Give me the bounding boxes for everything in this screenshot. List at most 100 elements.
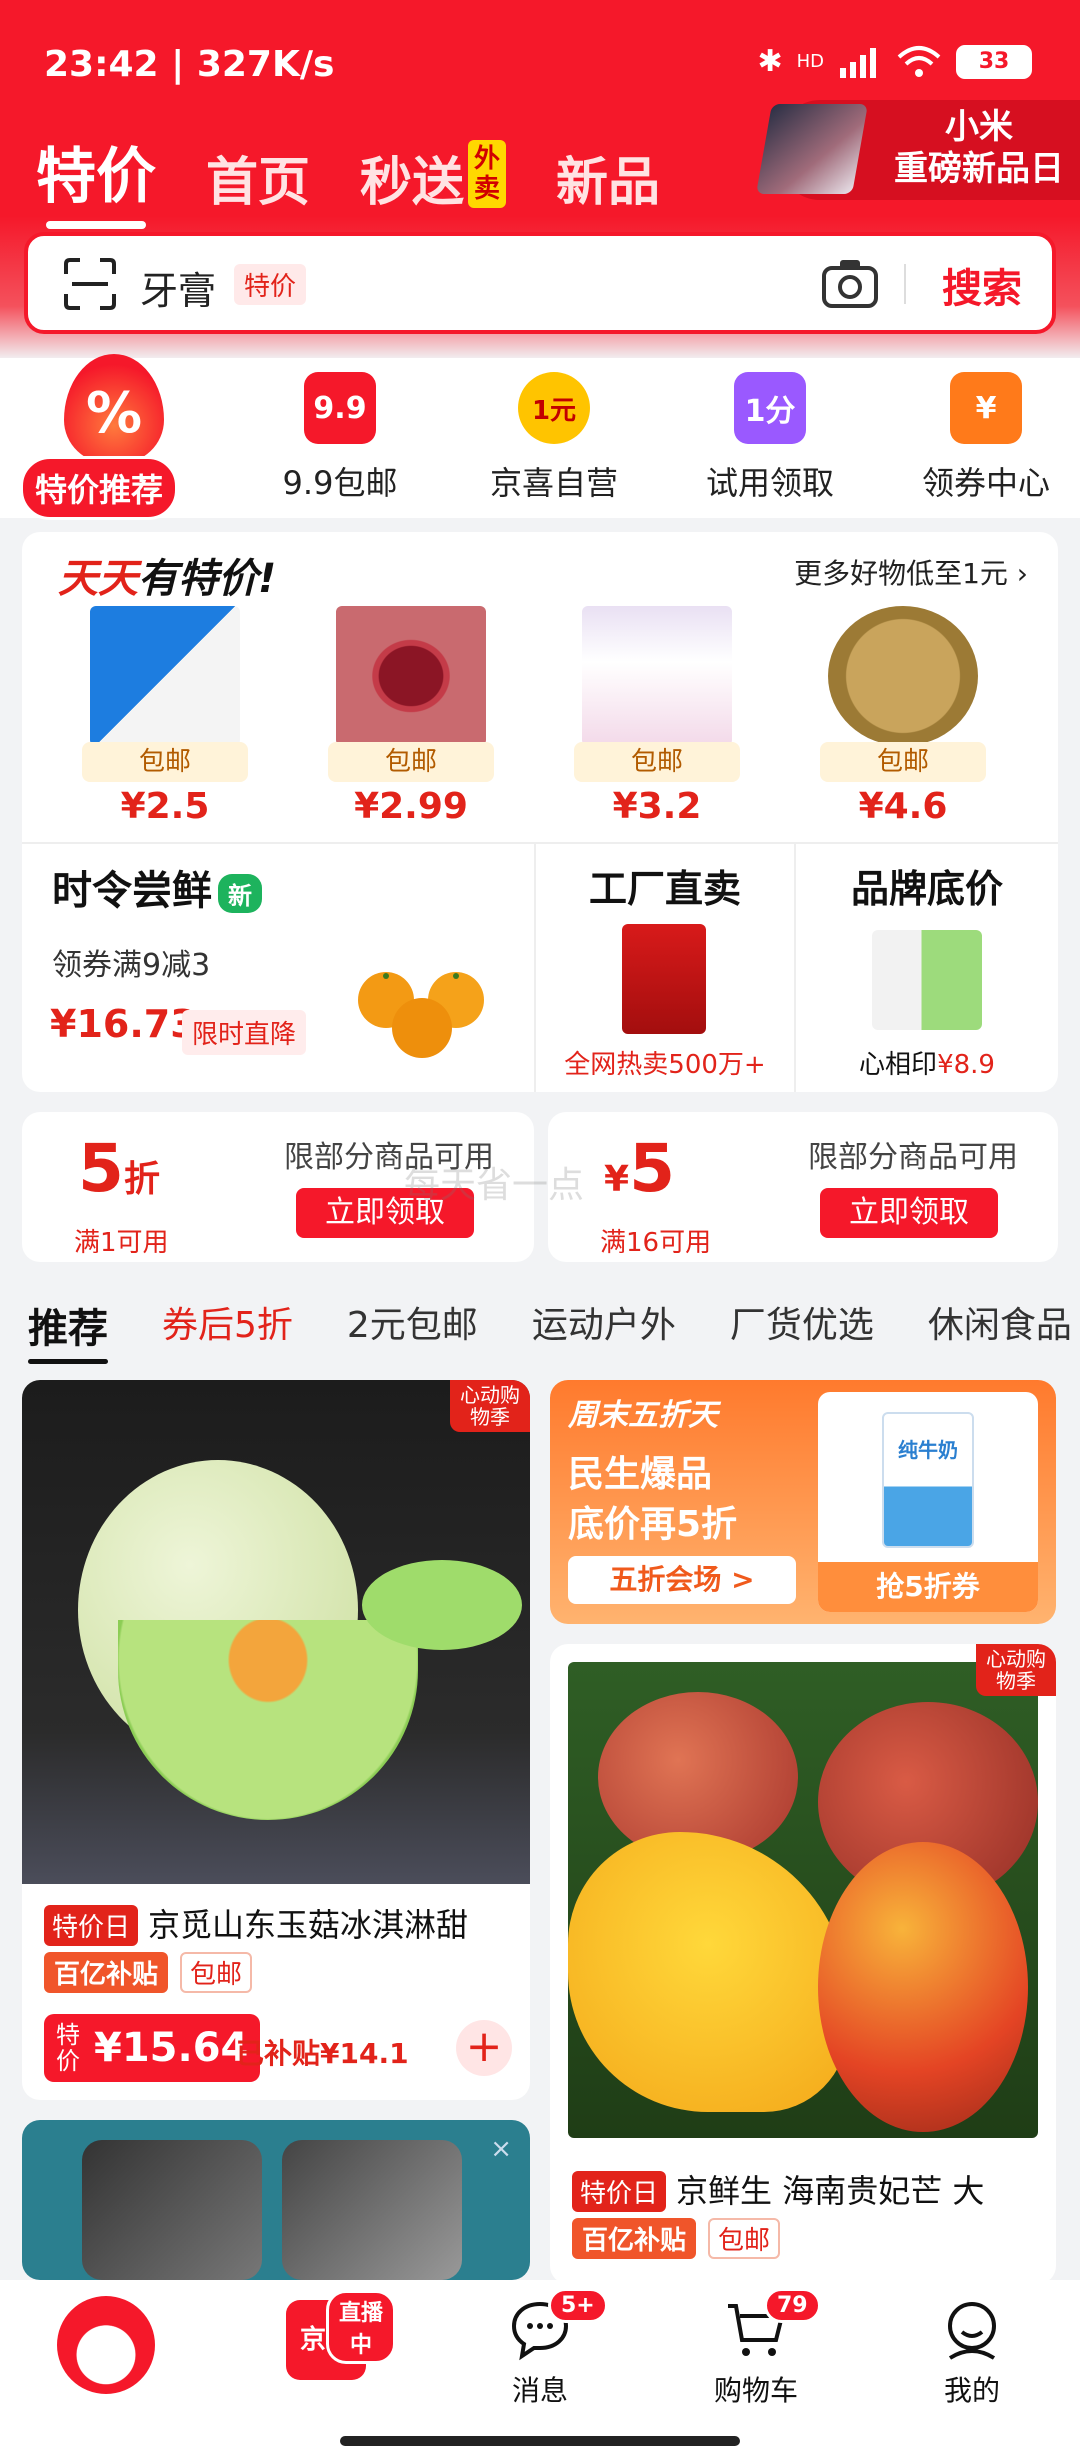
waimai-badge: 外卖 <box>468 140 507 208</box>
grab-coupon-button[interactable]: 抢5折券 <box>818 1562 1038 1612</box>
wifi-icon <box>897 45 941 77</box>
nav-mine[interactable]: 我的 <box>902 2298 1042 2409</box>
factory-title: 工厂直卖 <box>588 867 741 911</box>
brand-footer: 心相印¥8.9 <box>859 1050 995 1080</box>
live-badge: 直播中 <box>326 2290 396 2364</box>
status-icons: ✱ HD 33 <box>757 44 1032 79</box>
signal-icon <box>840 47 876 78</box>
search-button[interactable]: 搜索 <box>942 256 1022 314</box>
watermark: 每天省一点 <box>404 1165 585 1206</box>
promo-text: 小米 重磅新品日 <box>894 106 1064 190</box>
daily-deals-card: 天天有特价! 更多好物低至1元 › 包邮 ¥2.5 包邮 ¥2.99 包邮 ¥3… <box>22 532 1058 1092</box>
product-card[interactable]: × <box>22 2120 530 2280</box>
scan-icon[interactable] <box>62 256 118 312</box>
category-trial[interactable]: 1分 试用领取 <box>670 372 870 504</box>
feed-tab-outdoor[interactable]: 运动户外 <box>532 1296 676 1354</box>
product-title: 特价日 京鲜生 海南贵妃芒 大 <box>572 2166 984 2212</box>
search-divider <box>904 264 906 304</box>
battery-icon: 33 <box>956 44 1032 79</box>
product-title: 特价日 京觅山东玉菇冰淇淋甜 <box>44 1900 468 1946</box>
milk-carton-image: 纯牛奶 <box>882 1412 974 1548</box>
promo-line2: 重磅新品日 <box>894 149 1064 189</box>
fresh-title: 时令尝鲜新 <box>52 858 262 916</box>
hd-icon: HD <box>796 51 824 72</box>
coupon-note: 限部分商品可用 <box>808 1140 1018 1175</box>
daily-deals-title: 天天有特价! <box>58 556 277 602</box>
weekend-title: 周末五折天 <box>568 1398 718 1433</box>
feed-tab-discount[interactable]: 券后5折 <box>162 1296 293 1354</box>
weekend-body: 民生爆品 底价再5折 <box>568 1454 738 1545</box>
deal-item[interactable]: 包邮 ¥2.5 <box>70 606 260 827</box>
flame-percent-icon: % <box>64 354 164 464</box>
coupon-icon: ¥ <box>950 372 1022 444</box>
feed-tab-snacks[interactable]: 休闲食品 <box>928 1296 1072 1354</box>
category-hot-deals[interactable]: % 特价推荐 <box>20 354 220 520</box>
deals-more-link[interactable]: 更多好物低至1元 › <box>794 552 1028 592</box>
category-label: 试用领取 <box>705 464 834 502</box>
tab-miaosong[interactable]: 秒送 外卖 <box>360 140 507 215</box>
tab-home[interactable]: 首页 <box>206 140 310 215</box>
header: 23:42 | 327K/s ✱ HD 33 特价 首页 秒送 外卖 新品 小米 … <box>0 0 1080 360</box>
mosquito-coil-image <box>828 606 978 746</box>
bracelet-image <box>336 606 486 746</box>
feed-tab-recommend[interactable]: 推荐 <box>28 1296 108 1364</box>
category-9-9[interactable]: 9.9 9.9包邮 <box>240 372 440 504</box>
coupon-condition: 满16可用 <box>600 1228 712 1258</box>
price-box: 特价 ¥15.64 <box>44 2014 261 2082</box>
nine-nine-icon: 9.9 <box>304 372 376 444</box>
coupon-value: 5折 <box>78 1130 160 1207</box>
brand-title: 品牌底价 <box>850 867 1003 911</box>
camera-icon[interactable] <box>820 256 880 312</box>
oranges-image <box>358 972 484 1058</box>
category-jingxi[interactable]: 1元 京喜自营 <box>454 372 654 504</box>
weekend-venue-button[interactable]: 五折会场 > <box>568 1556 796 1604</box>
nav-messages[interactable]: 消息 5+ <box>470 2288 610 2409</box>
weekend-promo-card[interactable]: 周末五折天 民生爆品 底价再5折 五折会场 > 纯牛奶 抢5折券 <box>550 1380 1056 1624</box>
deal-item[interactable]: 包邮 ¥2.99 <box>316 606 506 827</box>
one-yuan-icon: 1元 <box>518 372 590 444</box>
deal-item[interactable]: 包邮 ¥4.6 <box>808 606 998 827</box>
user-icon <box>948 2302 996 2360</box>
milk-coupon-card[interactable]: 纯牛奶 抢5折券 <box>818 1392 1038 1612</box>
feed-tabs: 推荐 券后5折 2元包邮 运动户外 厂货优选 休闲食品 <box>28 1296 1072 1364</box>
fresh-tag: 限时直降 <box>182 1010 307 1055</box>
claim-coupon-button[interactable]: 立即领取 <box>820 1188 998 1238</box>
nav-home[interactable] <box>36 2296 176 2394</box>
search-input[interactable]: 牙膏 <box>140 260 216 315</box>
nav-jingxi[interactable]: 京喜 直播中 <box>256 2290 396 2380</box>
product-tags: 百亿补贴 包邮 <box>572 2218 781 2259</box>
category-coupon-center[interactable]: ¥ 领券中心 <box>886 372 1080 504</box>
melon-image <box>22 1380 530 1884</box>
msg-bag-image <box>582 606 732 746</box>
add-to-cart-button[interactable]: + <box>456 2020 512 2076</box>
corner-tag: 心动购物季 <box>450 1380 530 1432</box>
category-label: 京喜自营 <box>489 464 618 502</box>
feed-tab-factory[interactable]: 厂货优选 <box>730 1296 874 1354</box>
detergent-image <box>90 606 240 746</box>
top-tabs: 特价 首页 秒送 外卖 新品 <box>36 128 660 229</box>
product-card[interactable]: 心动购物季 特价日 京觅山东玉菇冰淇淋甜 百亿补贴 包邮 特价 ¥15.64 已补贴¥… <box>22 1380 530 2100</box>
promo-line1: 小米 <box>945 107 1013 147</box>
status-bar: 23:42 | 327K/s <box>44 44 335 85</box>
product-tags: 百亿补贴 包邮 <box>44 1952 253 1993</box>
home-indicator[interactable] <box>340 2436 740 2446</box>
fresh-subtitle: 领券满9减3 <box>52 948 211 983</box>
feed-tab-2yuan[interactable]: 2元包邮 <box>347 1296 478 1354</box>
one-fen-icon: 1分 <box>734 372 806 444</box>
chevron-right-icon: › <box>1016 557 1028 590</box>
bottom-nav: 京喜 直播中 消息 5+ 购物车 79 我的 <box>0 2280 1080 2460</box>
category-label: 领券中心 <box>921 464 1050 502</box>
corner-tag: 心动购物季 <box>976 1644 1056 1696</box>
nav-cart[interactable]: 购物车 79 <box>686 2288 826 2409</box>
tab-tejia[interactable]: 特价 <box>36 128 156 229</box>
deal-item[interactable]: 包邮 ¥3.2 <box>562 606 752 827</box>
search-bar[interactable]: 牙膏 特价 搜索 <box>24 232 1056 334</box>
coupon-value: ¥5 <box>604 1130 675 1207</box>
close-icon[interactable]: × <box>490 2134 512 2164</box>
tab-new[interactable]: 新品 <box>556 140 660 215</box>
coupon-condition: 满1可用 <box>74 1228 169 1258</box>
subsidy-text: 已补贴¥14.1 <box>236 2037 409 2070</box>
promo-banner[interactable]: 小米 重磅新品日 <box>756 100 1080 200</box>
shower-head-image <box>82 2140 262 2280</box>
product-card[interactable]: 心动购物季 特价日 京鲜生 海南贵妃芒 大 百亿补贴 包邮 <box>550 1644 1056 2284</box>
